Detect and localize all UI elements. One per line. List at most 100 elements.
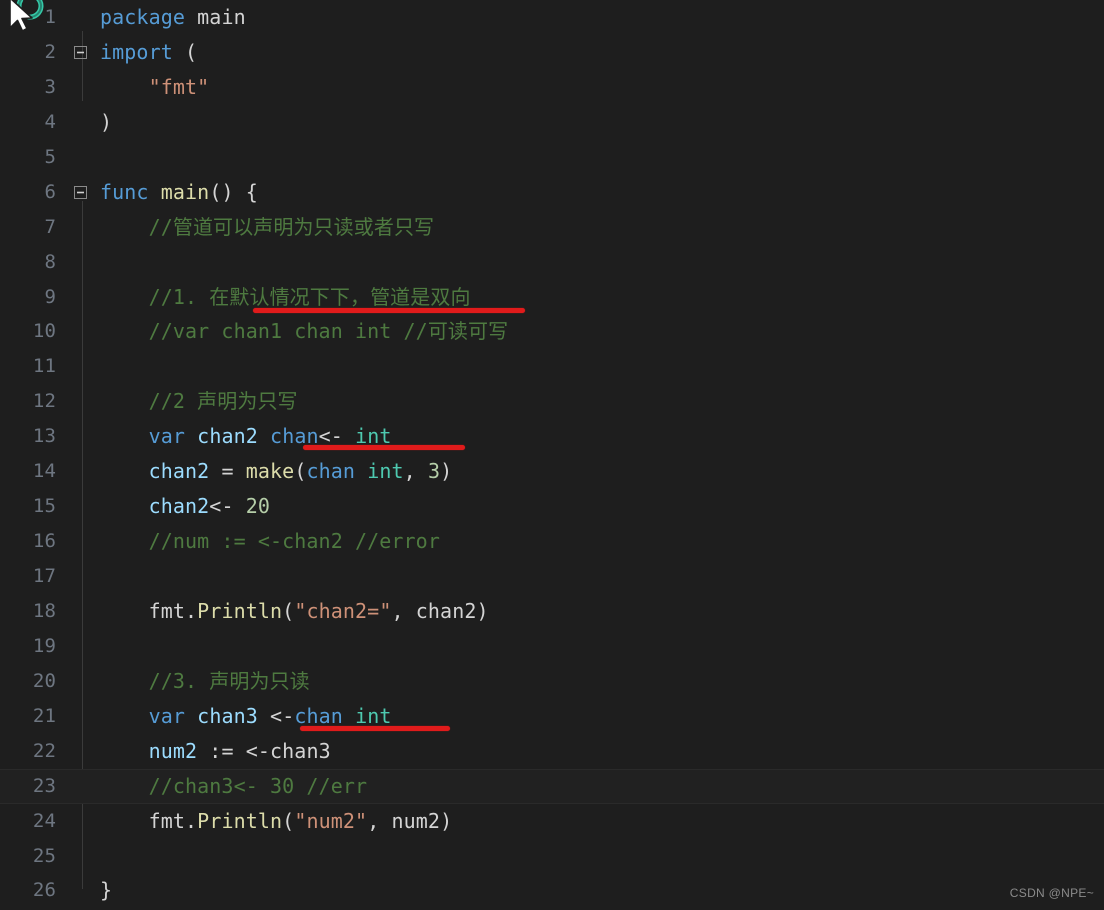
code-line[interactable]: 22 num2 := <-chan3 [0, 734, 1104, 769]
token-punc: , [403, 459, 428, 484]
code-line[interactable]: 20 //3. 声明为只读 [0, 664, 1104, 699]
token-punc: ( [294, 459, 307, 484]
token-ident: chan2 [197, 424, 258, 449]
code-line[interactable]: 8 [0, 245, 1104, 280]
token-punc: . [185, 598, 198, 623]
code-line[interactable]: 12 //2 声明为只写 [0, 384, 1104, 419]
code-line[interactable]: 26} [0, 873, 1104, 908]
code-line[interactable]: 21 var chan3 <-chan int [0, 699, 1104, 734]
code-text: } [100, 873, 112, 908]
line-number: 6 [44, 180, 56, 203]
token-type: int [355, 424, 392, 449]
code-text: var chan3 <-chan int [100, 699, 392, 734]
line-number: 3 [44, 75, 56, 98]
token-fn: make [245, 459, 295, 484]
code-line[interactable]: 13 var chan2 chan<- int [0, 419, 1104, 454]
token-cmt: //2 声明为只写 [148, 389, 298, 414]
code-text: //3. 声明为只读 [100, 664, 310, 699]
token-type: int [355, 703, 392, 728]
line-number: 23 [32, 774, 56, 797]
token-ident: chan2 [148, 459, 210, 484]
token-plain: main [197, 5, 246, 29]
token-punc: ) [440, 459, 453, 484]
token-kw: package [100, 5, 185, 29]
token-plain: num2 [391, 808, 441, 833]
fold-collapse-icon[interactable] [72, 175, 88, 210]
code-line[interactable]: 3 "fmt" [0, 70, 1104, 105]
token-plain: = [209, 459, 246, 484]
code-text: //var chan1 chan int //可读可写 [100, 314, 509, 349]
code-line[interactable]: 10 //var chan1 chan int //可读可写 [0, 314, 1104, 349]
code-line[interactable]: 15 chan2<- 20 [0, 489, 1104, 524]
line-number: 24 [32, 809, 56, 832]
token-chan: chan [294, 703, 343, 728]
token-fn: Println [197, 598, 283, 623]
code-line[interactable]: 14 chan2 = make(chan int, 3) [0, 454, 1104, 489]
line-number: 9 [44, 285, 56, 308]
token-punc: ( [282, 808, 295, 833]
code-line[interactable]: 19 [0, 629, 1104, 664]
token-punc: ) [440, 808, 453, 833]
token-punc: . [185, 808, 198, 833]
code-line[interactable]: 1 package main [0, 0, 1104, 35]
code-text: num2 := <-chan3 [100, 734, 331, 769]
code-text: ) [100, 105, 112, 140]
code-line[interactable]: 6 func main() { [0, 175, 1104, 210]
code-text: //管道可以声明为只读或者只写 [100, 210, 434, 245]
line-number: 19 [32, 634, 56, 657]
code-text: import ( [100, 35, 197, 70]
token-cmt: //var chan1 chan int //可读可写 [148, 319, 509, 344]
token-plain: fmt [148, 808, 186, 833]
code-line[interactable]: 24 fmt.Println("num2", num2) [0, 804, 1104, 839]
code-line[interactable]: 25 [0, 839, 1104, 874]
code-editor[interactable]: 1 package main 2 import (3 "fmt" 4) 5 6 func ma… [0, 0, 1104, 910]
code-line[interactable]: 2 import ( [0, 35, 1104, 70]
token-type: int [367, 459, 404, 484]
line-number: 22 [32, 739, 56, 762]
token-kw: import [100, 39, 173, 64]
line-number: 1 [44, 6, 56, 28]
token-num: 3 [427, 459, 441, 484]
line-number: 15 [32, 495, 56, 518]
token-ident: chan2 [148, 494, 210, 519]
code-line[interactable]: 11 [0, 349, 1104, 384]
line-number: 10 [32, 320, 56, 343]
line-number: 16 [32, 530, 56, 553]
code-text: //2 声明为只写 [100, 384, 298, 419]
code-line[interactable]: 17 [0, 559, 1104, 594]
token-punc: ) [476, 598, 489, 623]
line-number: 20 [32, 669, 56, 692]
token-plain: := <- [197, 738, 271, 763]
code-line[interactable]: 9 //1. 在默认情况下下，管道是双向 [0, 280, 1104, 315]
code-line[interactable]: 5 [0, 140, 1104, 175]
code-line[interactable]: 7 //管道可以声明为只读或者只写 [0, 210, 1104, 245]
code-text: fmt.Println("num2", num2) [100, 804, 453, 839]
token-cmt: //3. 声明为只读 [148, 668, 310, 693]
token-kw: func [100, 179, 149, 204]
line-number: 11 [32, 355, 56, 378]
code-line[interactable]: 16 //num := <-chan2 //error [0, 524, 1104, 559]
token-str: "chan2=" [294, 598, 392, 623]
fold-collapse-icon[interactable] [72, 35, 88, 70]
line-number: 7 [44, 215, 56, 238]
code-line[interactable]: 4) [0, 105, 1104, 140]
token-punc: } [100, 878, 113, 903]
token-punc: ) [100, 109, 113, 134]
code-line[interactable]: 18 fmt.Println("chan2=", chan2) [0, 594, 1104, 629]
token-cmt: //1. 在默认情况下下，管道是双向 [148, 284, 471, 309]
code-text: //chan3<- 30 //err [100, 769, 367, 804]
code-line[interactable]: 23 //chan3<- 30 //err [0, 768, 1104, 804]
